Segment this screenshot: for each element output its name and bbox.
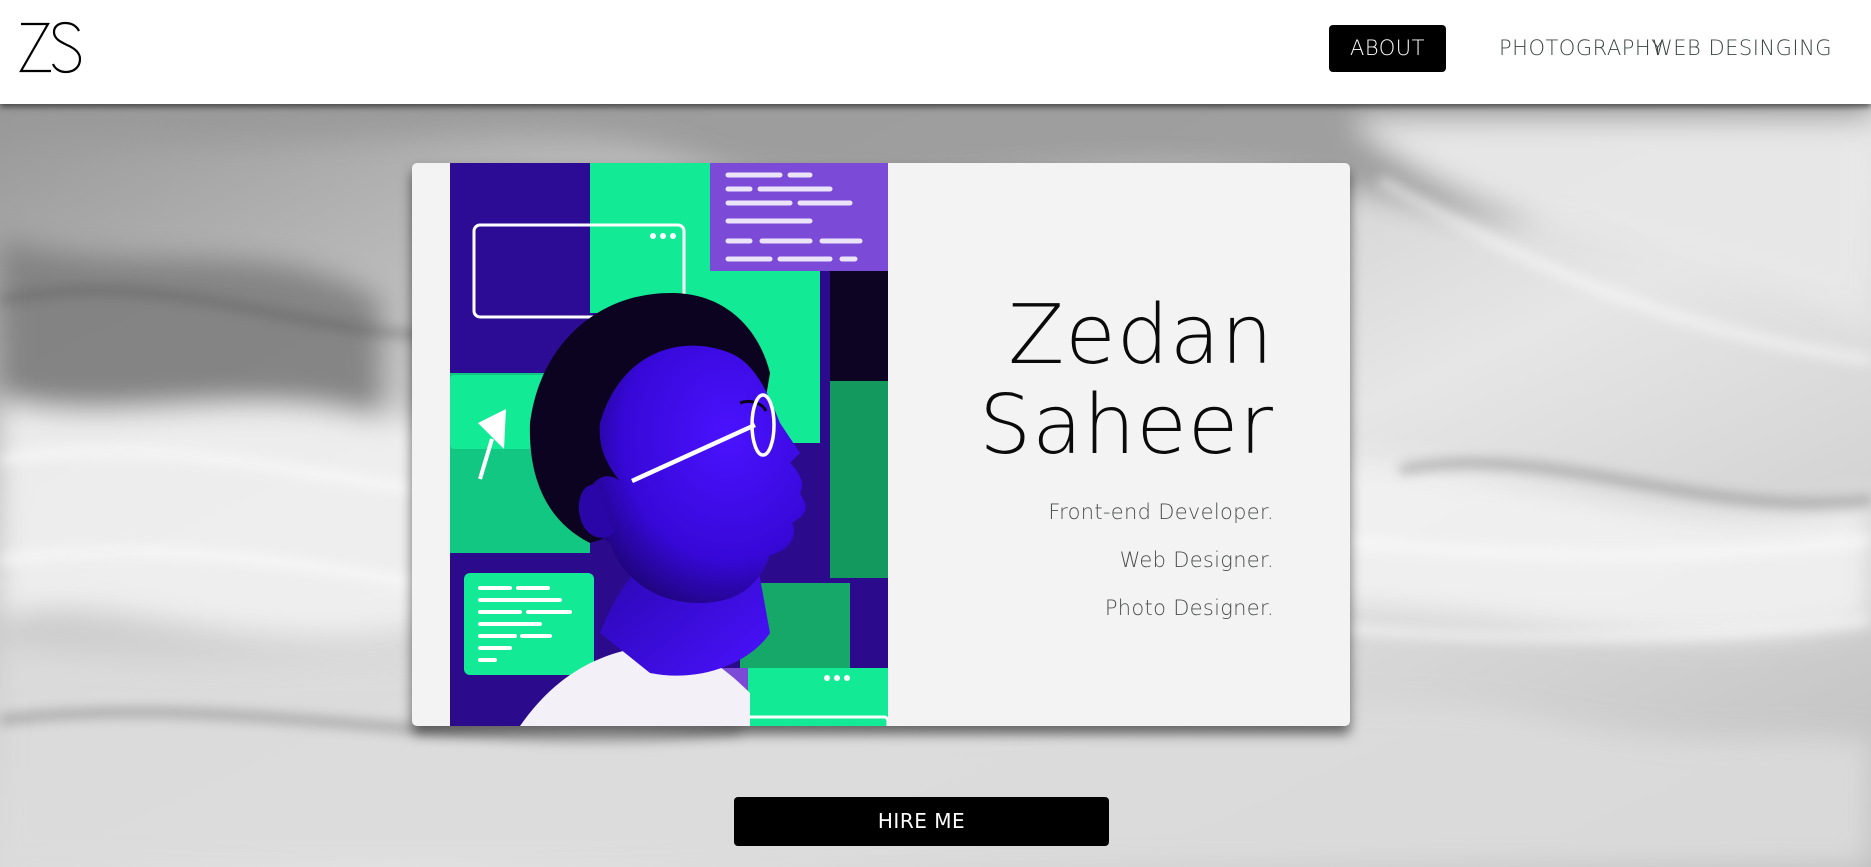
profile-card: Zedan Saheer Front-end Developer. Web De… bbox=[412, 163, 1350, 726]
site-header: ZS ABOUT PHOTOGRAPHY WEB DESINGING bbox=[0, 0, 1871, 104]
nav-web-designing[interactable]: WEB DESINGING bbox=[1652, 25, 1832, 72]
first-name: Zedan bbox=[1008, 288, 1274, 383]
profile-name: Zedan Saheer bbox=[979, 291, 1274, 471]
last-name: Saheer bbox=[979, 378, 1274, 473]
hire-me-button[interactable]: HIRE ME bbox=[734, 797, 1109, 846]
roles-list: Front-end Developer. Web Designer. Photo… bbox=[1048, 500, 1274, 644]
role-item: Web Designer. bbox=[1119, 548, 1274, 572]
nav-photography[interactable]: PHOTOGRAPHY bbox=[1499, 25, 1665, 72]
developer-profile-illustration bbox=[450, 163, 888, 726]
nav-about[interactable]: ABOUT bbox=[1329, 25, 1446, 72]
role-item: Front-end Developer. bbox=[1048, 500, 1274, 524]
zs-logo-icon[interactable]: ZS bbox=[18, 18, 84, 76]
role-item: Photo Designer. bbox=[1104, 596, 1274, 620]
